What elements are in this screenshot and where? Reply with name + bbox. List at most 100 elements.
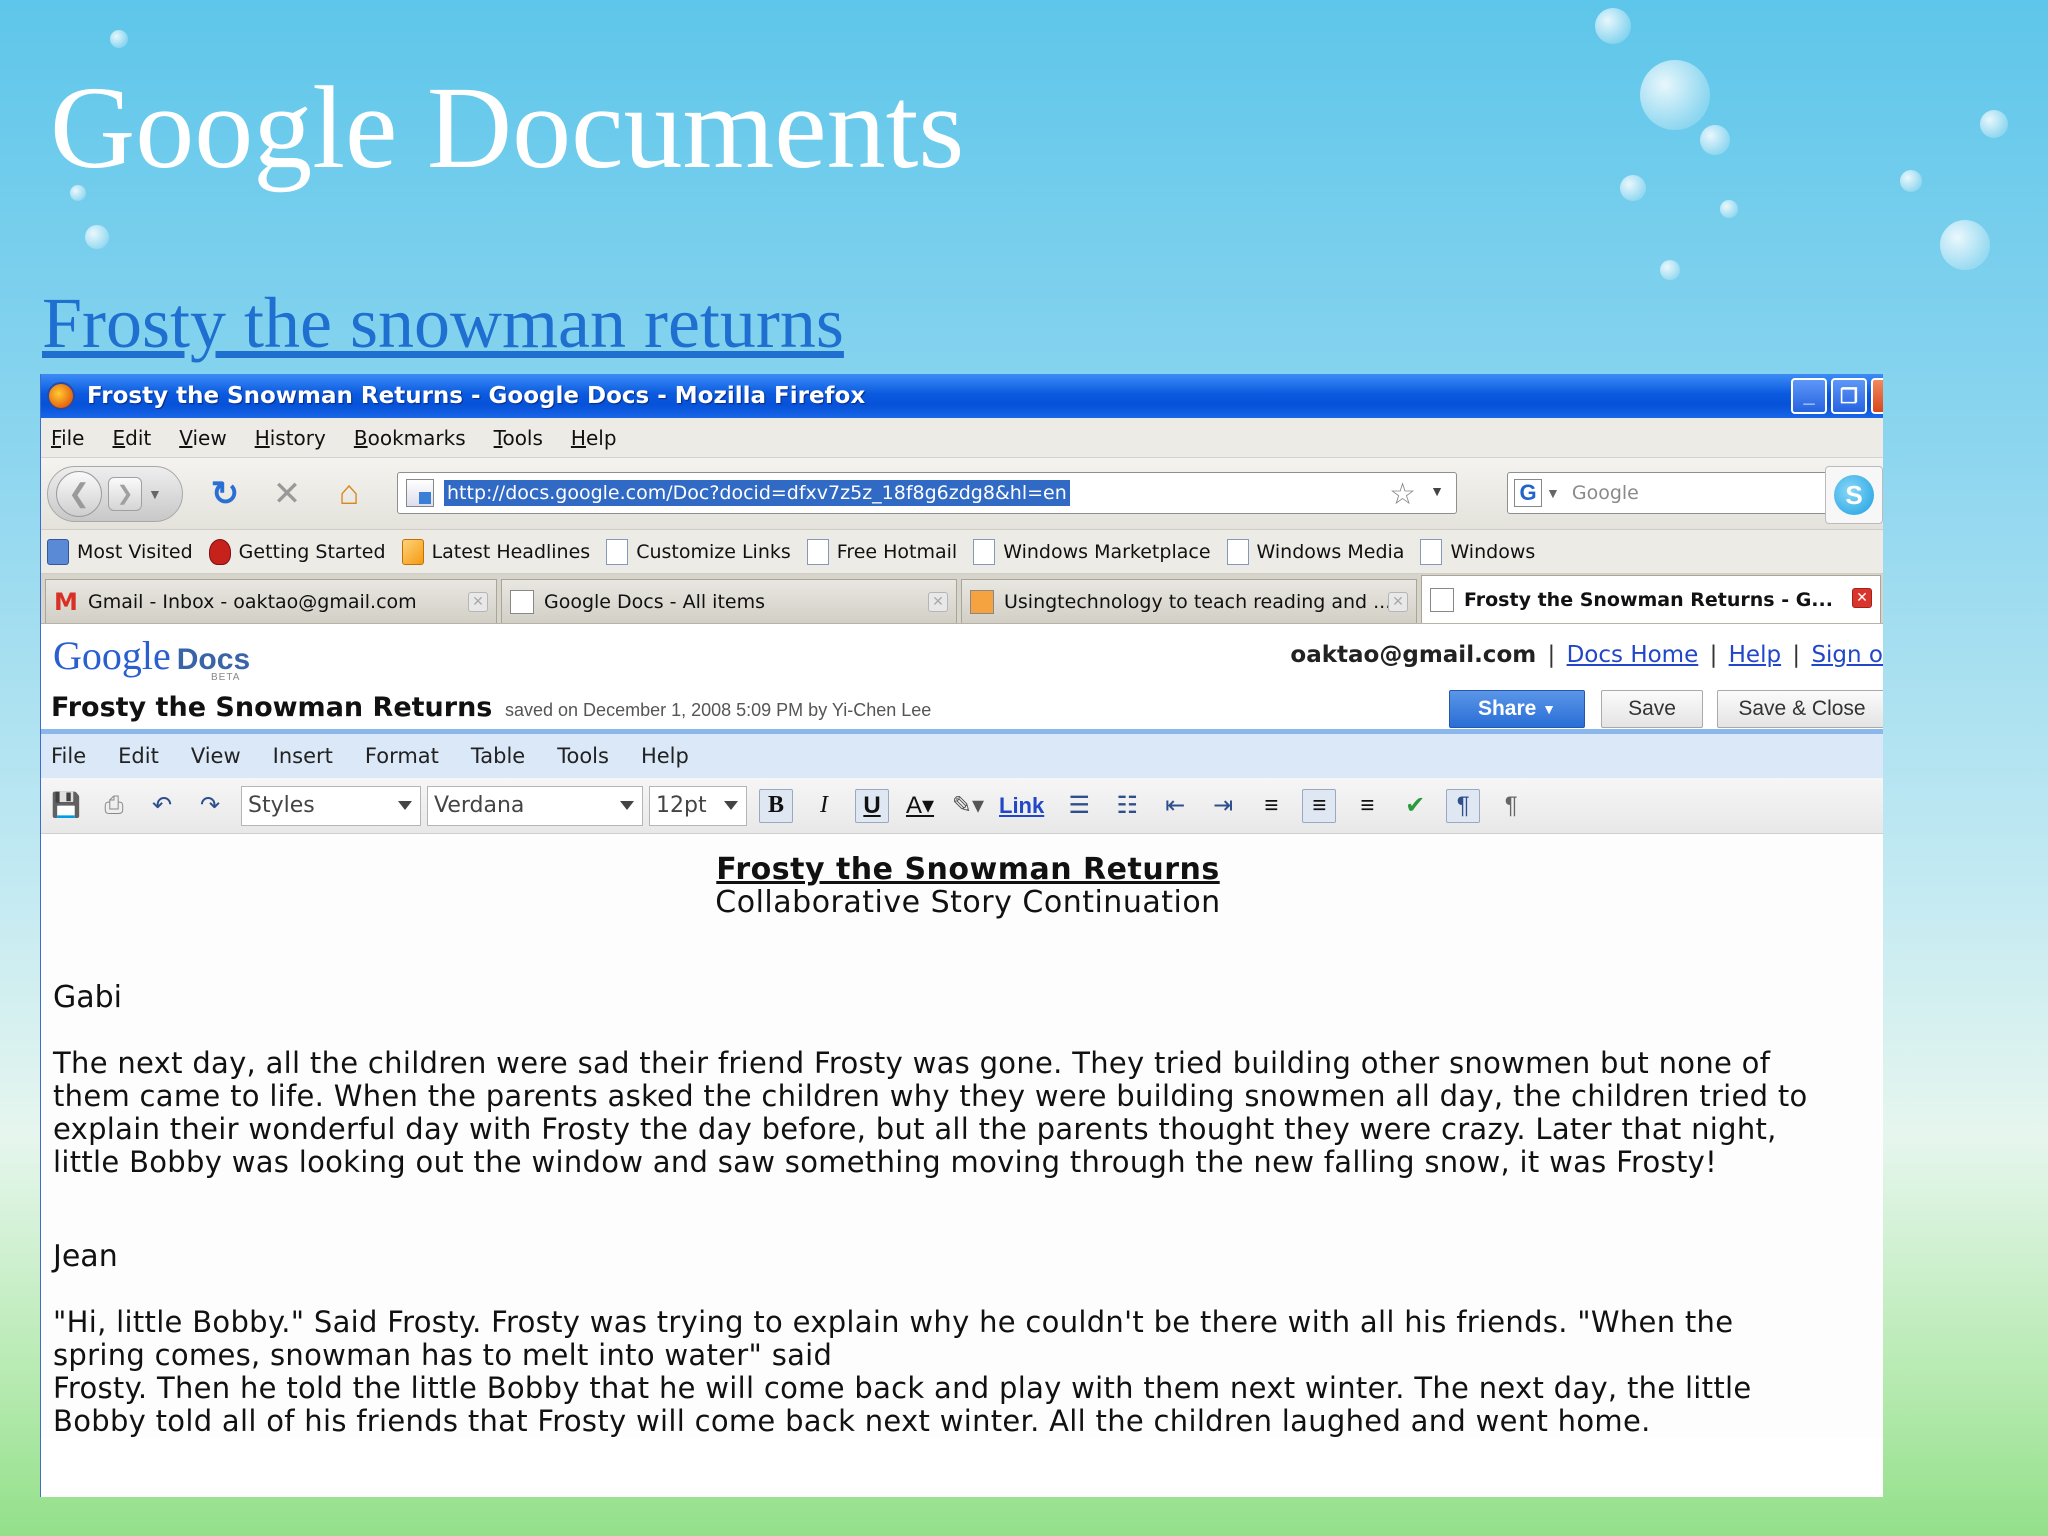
stop-icon[interactable]: ✕ (267, 474, 307, 514)
align-left-icon[interactable]: ≡ (1254, 789, 1288, 823)
saved-status: saved on December 1, 2008 5:09 PM by Yi-… (505, 700, 932, 720)
tab-strip: M Gmail - Inbox - oaktao@gmail.com ✕ Goo… (41, 574, 1883, 624)
reload-icon[interactable]: ↻ (205, 474, 245, 514)
docs-menu-help[interactable]: Help (641, 744, 689, 768)
skype-icon: S (1834, 475, 1874, 515)
google-docs-icon (1430, 587, 1454, 612)
bookmark-windows-media[interactable]: Windows Media (1226, 538, 1404, 565)
styles-select[interactable]: Styles (241, 785, 421, 826)
tab-gmail[interactable]: M Gmail - Inbox - oaktao@gmail.com ✕ (45, 579, 497, 623)
align-center-icon[interactable]: ≡ (1302, 788, 1337, 823)
bold-icon[interactable]: B (759, 788, 793, 823)
docs-home-link[interactable]: Docs Home (1567, 642, 1699, 668)
document-title[interactable]: Frosty the Snowman Returns (51, 692, 492, 723)
save-and-close-button[interactable]: Save & Close (1717, 690, 1883, 728)
print-icon[interactable]: ⎙ (97, 789, 131, 823)
decorative-bubble (1700, 125, 1730, 155)
decrease-indent-icon[interactable]: ⇤ (1158, 789, 1192, 823)
tab-using-technology[interactable]: Usingtechnology to teach reading and ...… (961, 579, 1417, 623)
skype-button[interactable]: S (1825, 466, 1883, 524)
menu-edit[interactable]: Edit (112, 426, 151, 450)
sign-out-link[interactable]: Sign o (1811, 642, 1883, 668)
spell-check-icon[interactable]: ✔ (1398, 789, 1432, 823)
bookmark-latest-headlines[interactable]: Latest Headlines (401, 538, 590, 565)
italic-icon[interactable]: I (807, 789, 841, 823)
insert-link-button[interactable]: Link (999, 793, 1044, 819)
bookmark-star-icon[interactable]: ☆ (1389, 477, 1416, 512)
forward-button[interactable]: ❯ (108, 476, 142, 511)
decorative-bubble (1980, 110, 2008, 138)
address-bar[interactable]: http://docs.google.com/Doc?docid=dfxv7z5… (397, 472, 1457, 514)
menu-help[interactable]: Help (571, 426, 617, 450)
menu-tools[interactable]: Tools (494, 426, 543, 450)
tab-google-docs-all-items[interactable]: Google Docs - All items ✕ (501, 579, 957, 623)
share-button[interactable]: Share ▼ (1449, 690, 1585, 728)
decorative-bubble (85, 225, 109, 249)
page-icon (973, 538, 996, 565)
decorative-bubble (1900, 170, 1922, 192)
search-box[interactable]: G ▼ Google ⚲ (1507, 472, 1853, 514)
docs-menu-tools[interactable]: Tools (557, 744, 609, 768)
right-to-left-icon[interactable]: ¶ (1494, 789, 1528, 823)
rss-feed-icon (401, 538, 424, 565)
browser-menubar: File Edit View History Bookmarks Tools H… (41, 418, 1883, 458)
bookmark-most-visited[interactable]: Most Visited (47, 538, 193, 565)
docs-menu-file[interactable]: File (51, 744, 86, 768)
tab-close-icon[interactable]: ✕ (468, 592, 488, 612)
redo-icon[interactable]: ↷ (193, 789, 227, 823)
url-dropdown-icon[interactable]: ▼ (1430, 483, 1444, 499)
tab-frosty-active[interactable]: Frosty the Snowman Returns - G... ✕ (1421, 575, 1881, 623)
restore-button[interactable]: ❐ (1831, 378, 1867, 414)
document-body[interactable]: Frosty the Snowman Returns Collaborative… (41, 834, 1883, 1438)
save-icon[interactable]: 💾 (49, 789, 83, 823)
left-to-right-icon[interactable]: ¶ (1446, 788, 1481, 823)
help-link[interactable]: Help (1729, 642, 1781, 668)
close-window-button[interactable] (1871, 378, 1883, 414)
docs-menu-view[interactable]: View (191, 744, 241, 768)
menu-file[interactable]: File (51, 426, 84, 450)
bookmark-customize-links[interactable]: Customize Links (606, 538, 791, 565)
tab-close-icon[interactable]: ✕ (928, 592, 948, 612)
tab-close-icon[interactable]: ✕ (1388, 592, 1408, 612)
font-size-select[interactable]: 12pt (649, 785, 747, 826)
save-button[interactable]: Save (1601, 690, 1703, 728)
history-dropdown-icon[interactable]: ▼ (148, 486, 162, 502)
align-right-icon[interactable]: ≡ (1350, 789, 1384, 823)
numbered-list-icon[interactable]: ☰ (1062, 789, 1096, 823)
menu-history[interactable]: History (255, 426, 326, 450)
text-color-icon[interactable]: A▾ (903, 789, 937, 823)
highlight-color-icon[interactable]: ✎▾ (951, 789, 985, 823)
page-icon (1226, 538, 1249, 565)
home-icon[interactable]: ⌂ (329, 474, 369, 513)
docs-menu-format[interactable]: Format (365, 744, 439, 768)
decorative-bubble (110, 30, 128, 48)
bulleted-list-icon[interactable]: ☷ (1110, 789, 1144, 823)
search-engine-dropdown-icon[interactable]: ▼ (1546, 485, 1560, 501)
minimize-button[interactable]: _ (1791, 378, 1827, 414)
font-select[interactable]: Verdana (427, 785, 643, 826)
back-button[interactable]: ❮ (56, 470, 102, 517)
docs-menu-table[interactable]: Table (471, 744, 525, 768)
window-titlebar[interactable]: Frosty the Snowman Returns - Google Docs… (41, 374, 1883, 418)
url-text[interactable]: http://docs.google.com/Doc?docid=dfxv7z5… (444, 480, 1070, 506)
tab-close-icon[interactable]: ✕ (1852, 588, 1872, 608)
bookmark-windows[interactable]: Windows (1420, 538, 1535, 565)
slide-document-link[interactable]: Frosty the snowman returns (42, 282, 844, 365)
docs-menu-edit[interactable]: Edit (118, 744, 159, 768)
menu-bookmarks[interactable]: Bookmarks (354, 426, 466, 450)
docs-menubar: File Edit View Insert Format Table Tools… (41, 734, 1883, 778)
section-paragraph: "Hi, little Bobby." Said Frosty. Frosty … (53, 1305, 1752, 1438)
undo-icon[interactable]: ↶ (145, 789, 179, 823)
google-search-engine-icon[interactable]: G (1514, 479, 1542, 507)
beta-label: BETA (211, 672, 241, 683)
firefox-icon (47, 382, 75, 410)
bookmark-windows-marketplace[interactable]: Windows Marketplace (973, 538, 1211, 565)
bookmark-free-hotmail[interactable]: Free Hotmail (806, 538, 957, 565)
document-subheading: Collaborative Story Continuation (715, 885, 1221, 920)
docs-menu-insert[interactable]: Insert (273, 744, 333, 768)
section-author: Gabi (53, 980, 123, 1015)
underline-icon[interactable]: U (855, 788, 889, 823)
bookmark-getting-started[interactable]: Getting Started (208, 538, 386, 565)
menu-view[interactable]: View (179, 426, 226, 450)
increase-indent-icon[interactable]: ⇥ (1206, 789, 1240, 823)
